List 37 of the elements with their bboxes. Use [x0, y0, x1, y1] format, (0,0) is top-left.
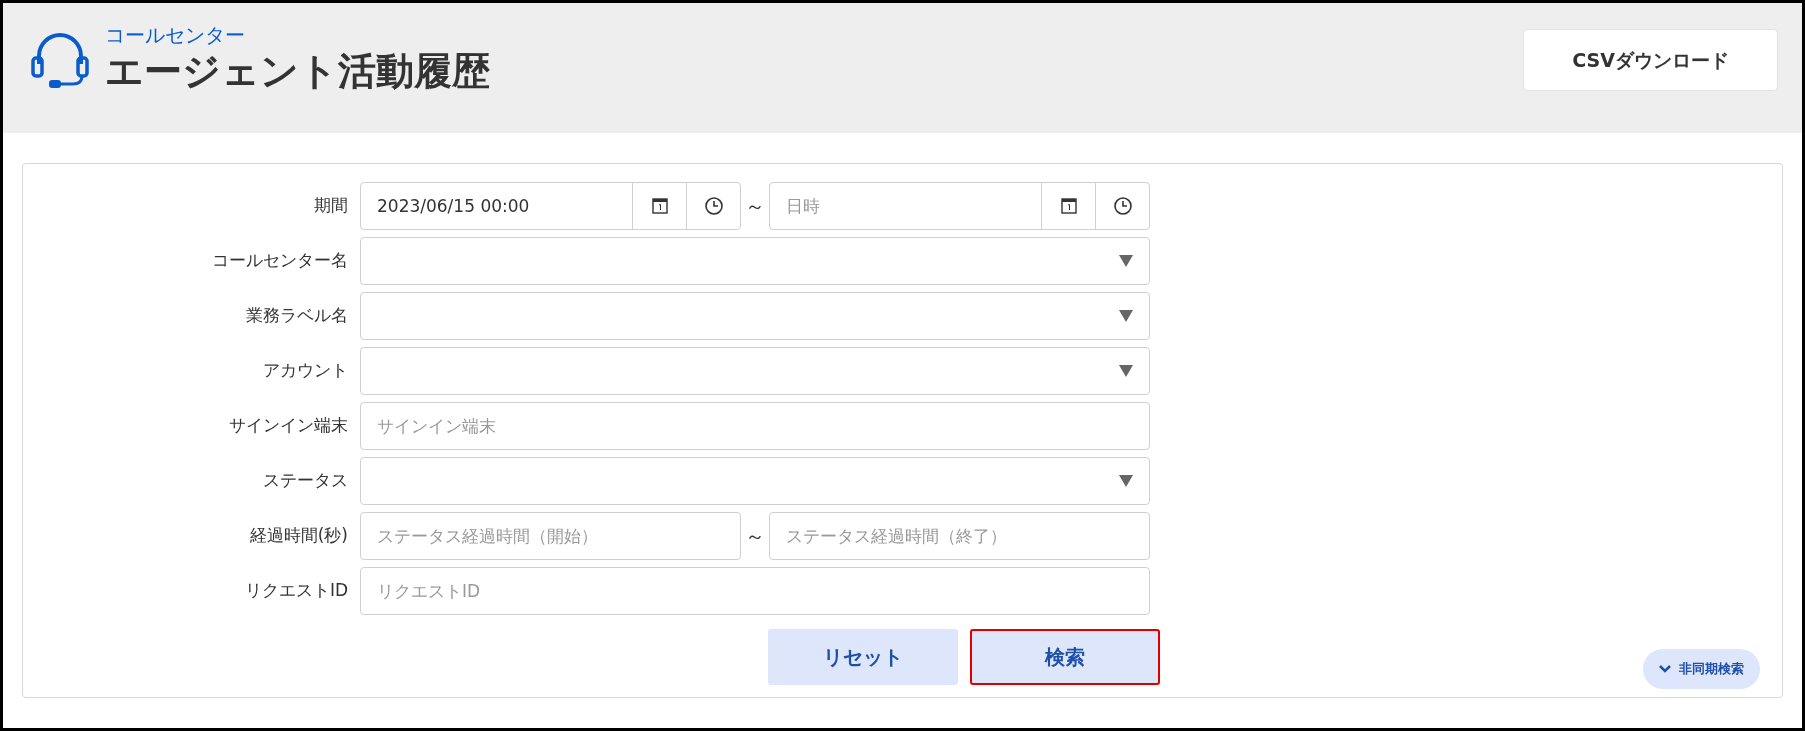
form-button[interactable]: 検索 — [970, 629, 1160, 685]
number-input[interactable]: ステータス経過時間（終了） — [769, 512, 1150, 560]
range-separator: ～ — [745, 523, 765, 550]
field-label: 経過時間(秒) — [248, 524, 349, 548]
form-button[interactable]: リセット — [768, 629, 958, 685]
range-separator: ～ — [745, 193, 765, 220]
datetime-input[interactable]: 2023/06/15 00:00 — [361, 183, 632, 229]
select-field[interactable] — [360, 292, 1150, 340]
select-field[interactable] — [360, 457, 1150, 505]
caret-down-icon — [1119, 310, 1133, 322]
page-title: エージェント活動履歴 — [105, 48, 490, 95]
select-field[interactable] — [360, 347, 1150, 395]
datetime-field[interactable]: 2023/06/15 00:00 — [360, 182, 741, 230]
text-input[interactable]: リクエストID — [360, 567, 1150, 615]
caret-down-icon — [1119, 365, 1133, 377]
field-label: コールセンター名 — [211, 249, 349, 273]
clock-icon — [703, 196, 724, 216]
datetime-field[interactable]: 日時 — [769, 182, 1150, 230]
field-label: サインイン端末 — [228, 414, 349, 438]
select-field[interactable] — [360, 237, 1150, 285]
caret-down-icon — [1119, 475, 1133, 487]
caret-down-icon — [1119, 255, 1133, 267]
calendar-icon — [650, 197, 669, 215]
field-label: リクエストID — [243, 579, 349, 603]
number-input[interactable]: ステータス経過時間（開始） — [360, 512, 741, 560]
calendar-icon — [1059, 197, 1078, 215]
text-input[interactable]: サインイン端末 — [360, 402, 1150, 450]
clock-icon — [1112, 196, 1133, 216]
chevron-down-icon — [1659, 665, 1671, 673]
field-label: 期間 — [313, 194, 349, 218]
csv-download-button[interactable]: CSVダウンロード — [1523, 29, 1778, 91]
field-label: アカウント — [262, 359, 349, 383]
datetime-input[interactable]: 日時 — [770, 183, 1041, 229]
page-subtitle: コールセンター — [105, 23, 246, 48]
field-label: ステータス — [262, 469, 349, 493]
async-search-toggle[interactable]: 非同期検索 — [1643, 649, 1760, 689]
field-label: 業務ラベル名 — [245, 304, 349, 328]
